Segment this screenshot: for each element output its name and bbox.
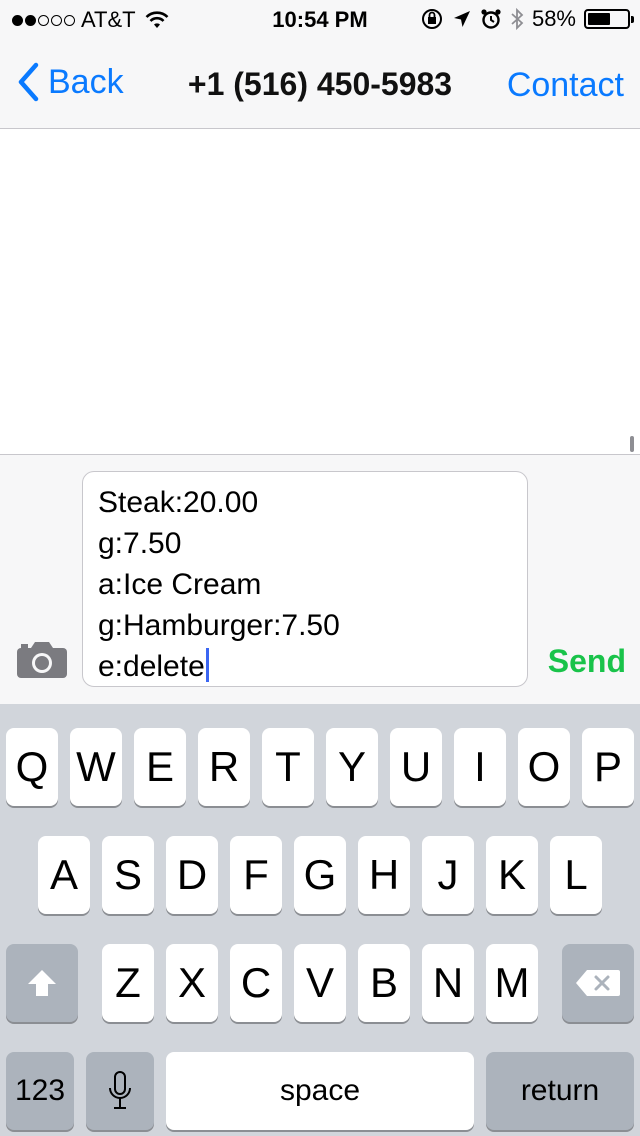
key-s[interactable]: S	[102, 836, 154, 914]
status-right-group: 58%	[420, 6, 634, 32]
bluetooth-icon	[511, 7, 524, 31]
backspace-icon	[576, 970, 620, 996]
status-bar: AT&T 10:54 PM 58%	[0, 0, 640, 40]
key-p[interactable]: P	[582, 728, 634, 806]
back-label: Back	[48, 62, 124, 101]
contact-button[interactable]: Contact	[507, 66, 624, 105]
key-j[interactable]: J	[422, 836, 474, 914]
key-m[interactable]: M	[486, 944, 538, 1022]
message-line: Steak:20.00	[98, 486, 259, 519]
message-line: g:Hamburger:7.50	[98, 609, 340, 642]
key-i[interactable]: I	[454, 728, 506, 806]
key-f[interactable]: F	[230, 836, 282, 914]
battery-percent: 58%	[531, 6, 576, 31]
location-arrow-icon	[453, 11, 470, 27]
keyboard: Q W E R T Y U I O P A S D F G H J K L Z …	[0, 704, 640, 1136]
message-line: e:delete	[98, 650, 205, 683]
key-g[interactable]: G	[294, 836, 346, 914]
message-thread[interactable]	[0, 129, 640, 454]
key-n[interactable]: N	[422, 944, 474, 1022]
text-cursor	[205, 648, 209, 682]
microphone-icon	[109, 1071, 131, 1109]
key-k[interactable]: K	[486, 836, 538, 914]
key-d[interactable]: D	[166, 836, 218, 914]
key-r[interactable]: R	[198, 728, 250, 806]
send-button[interactable]: Send	[548, 643, 626, 680]
key-e[interactable]: E	[134, 728, 186, 806]
shift-arrow-icon	[28, 970, 56, 996]
message-line: a:Ice Cream	[98, 568, 262, 601]
key-u[interactable]: U	[390, 728, 442, 806]
chevron-left-icon	[18, 62, 39, 102]
message-input[interactable]: Steak:20.00 g:7.50 a:Ice Cream g:Hamburg…	[82, 471, 528, 687]
compose-bar: Steak:20.00 g:7.50 a:Ice Cream g:Hamburg…	[0, 454, 640, 705]
shift-key[interactable]	[6, 944, 78, 1022]
key-x[interactable]: X	[166, 944, 218, 1022]
delete-key[interactable]	[562, 944, 634, 1022]
battery-icon	[584, 9, 634, 29]
message-line: g:7.50	[98, 527, 182, 560]
key-v[interactable]: V	[294, 944, 346, 1022]
key-o[interactable]: O	[518, 728, 570, 806]
key-t[interactable]: T	[262, 728, 314, 806]
camera-icon	[17, 642, 67, 678]
key-a[interactable]: A	[38, 836, 90, 914]
return-key[interactable]: return	[486, 1052, 634, 1130]
key-z[interactable]: Z	[102, 944, 154, 1022]
key-h[interactable]: H	[358, 836, 410, 914]
key-b[interactable]: B	[358, 944, 410, 1022]
key-c[interactable]: C	[230, 944, 282, 1022]
back-button[interactable]: Back	[16, 62, 124, 102]
camera-button[interactable]	[16, 641, 68, 684]
key-w[interactable]: W	[70, 728, 122, 806]
scroll-indicator	[630, 436, 634, 452]
dictation-key[interactable]	[86, 1052, 154, 1130]
orientation-lock-icon	[421, 9, 442, 29]
space-key[interactable]: space	[166, 1052, 474, 1130]
key-y[interactable]: Y	[326, 728, 378, 806]
navigation-bar: Back +1 (516) 450-5983 Contact	[0, 40, 640, 129]
alarm-clock-icon	[481, 9, 501, 29]
key-l[interactable]: L	[550, 836, 602, 914]
key-q[interactable]: Q	[6, 728, 58, 806]
numbers-key[interactable]: 123	[6, 1052, 74, 1130]
